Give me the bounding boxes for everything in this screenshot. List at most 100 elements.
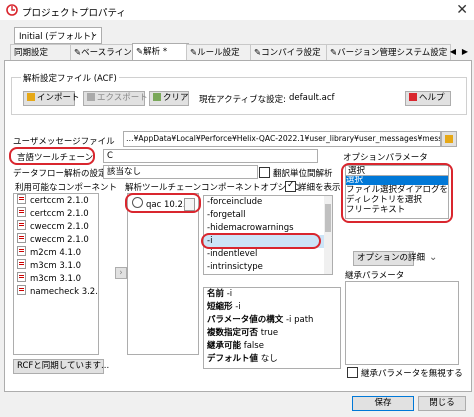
chevron-down-icon: ⌄: [91, 29, 98, 38]
tab-version-control[interactable]: ✎バージョン管理システム設定: [326, 44, 451, 61]
property-row: デフォルト値 なし: [204, 353, 340, 366]
property-key: デフォルト値: [207, 354, 259, 364]
user-message-file-label: ユーザメッセージファイル: [13, 137, 115, 147]
property-key: 名前: [207, 289, 225, 299]
folder-icon: [445, 135, 453, 143]
component-name: m3cm 3.1.0: [30, 274, 81, 284]
analysis-panel: 解析設定ファイル (ACF) インポート エクスポート クリア 現在アクティブな…: [4, 60, 472, 392]
property-value: -i: [226, 289, 233, 299]
dataflow-settings-select[interactable]: 該当なし: [103, 165, 258, 179]
component-item[interactable]: m3cm 3.1.0: [14, 272, 98, 285]
active-setting-value: default.acf: [289, 93, 335, 103]
highlight-ring: [201, 233, 321, 249]
tab-rules[interactable]: ✎ルール設定: [186, 44, 253, 61]
move-down-icon[interactable]: ⌄: [429, 252, 437, 263]
tab-analysis[interactable]: ✎解析 *: [132, 43, 189, 61]
component-name: cweccm 2.1.0: [30, 222, 89, 232]
available-components-list: certccm 2.1.0 certccm 2.1.0 cweccm 2.1.0…: [13, 193, 99, 355]
clear-label: クリア: [163, 93, 189, 103]
property-row: 継承可能 false: [204, 340, 340, 353]
per-unit-analysis-checkbox[interactable]: [259, 167, 270, 178]
component-item[interactable]: namecheck 3.2.0: [14, 285, 98, 298]
configuration-select[interactable]: Initial (デフォルト) ⌄: [14, 27, 102, 44]
file-icon: [17, 272, 26, 282]
file-icon: [17, 246, 26, 256]
ignore-inherited-label: 継承パラメータを無視する: [361, 369, 463, 379]
file-icon: [17, 194, 26, 204]
property-value: true: [260, 328, 279, 338]
component-name: cweccm 2.1.0: [30, 235, 89, 245]
option-detail-button[interactable]: オプションの詳細: [353, 251, 425, 266]
rcf-sync-button[interactable]: RCFと同期しています...: [13, 359, 109, 374]
component-item[interactable]: m2cm 4.1.0: [14, 246, 98, 259]
component-name: certccm 2.1.0: [30, 196, 89, 206]
property-key: 複数指定可否: [207, 328, 259, 338]
tab-scroll-right-icon[interactable]: ▶: [460, 45, 470, 59]
acf-group-label: 解析設定ファイル (ACF): [21, 72, 119, 84]
save-button[interactable]: 保存: [352, 396, 414, 411]
component-item[interactable]: cweccm 2.1.0: [14, 233, 98, 246]
highlight-ring: [341, 163, 453, 223]
user-message-file-path[interactable]: …¥AppData¥Local¥Perforce¥Helix-QAC-2022.…: [123, 131, 441, 147]
close-window-button[interactable]: ✕: [456, 2, 468, 18]
tab-scroll-left-icon[interactable]: ◀: [448, 45, 458, 59]
language-toolchain-select[interactable]: C: [103, 149, 318, 163]
transfer-button[interactable]: ›: [115, 267, 127, 279]
file-icon: [17, 207, 26, 217]
tab-compiler[interactable]: ✎コンパイラ設定: [250, 44, 329, 61]
tab-sync[interactable]: 同期設定: [10, 44, 73, 61]
tab-label: ベースライン: [81, 48, 132, 58]
property-value: なし: [260, 354, 278, 364]
clear-button[interactable]: クリア: [149, 91, 189, 106]
option-params-label: オプションパラメータ: [343, 153, 428, 163]
show-detail-checkbox[interactable]: ✓: [285, 180, 296, 192]
property-value: false: [243, 341, 264, 351]
component-name: namecheck 3.2.0: [30, 287, 99, 297]
export-label: エクスポート: [97, 93, 148, 103]
component-item[interactable]: cweccm 2.1.0: [14, 220, 98, 233]
window-title: プロジェクトプロパティ: [22, 8, 126, 19]
available-components-label: 利用可能なコンポーネント: [15, 183, 118, 193]
highlight-ring: [125, 193, 201, 213]
property-key: 短縮形: [207, 302, 233, 312]
import-label: インポート: [37, 93, 80, 103]
property-value: -i: [235, 302, 241, 312]
option-item[interactable]: -forgetall: [204, 209, 332, 222]
scrollbar-thumb[interactable]: [325, 204, 331, 232]
help-button[interactable]: ヘルプ: [405, 91, 451, 106]
ignore-inherited-checkbox[interactable]: [347, 367, 358, 378]
tab-label: ルール設定: [197, 48, 240, 58]
file-icon: [17, 220, 26, 230]
option-item[interactable]: -intrinsictype: [204, 261, 332, 274]
property-row: 複数指定可否 true: [204, 327, 340, 340]
file-icon: [17, 285, 26, 295]
tab-label: 同期設定: [14, 48, 49, 58]
highlight-ring: [9, 147, 95, 165]
file-icon: [17, 259, 26, 269]
option-item[interactable]: -forceinclude: [204, 196, 332, 209]
analysis-toolchain-list: qac 10.2.0: [127, 193, 199, 355]
component-name: m2cm 4.1.0: [30, 248, 81, 258]
per-unit-analysis-label: 翻訳単位間解析: [273, 169, 333, 179]
property-key: パラメータ値の構文: [207, 315, 284, 325]
move-up-icon[interactable]: ⌃: [415, 252, 423, 263]
scrollbar[interactable]: [324, 196, 332, 274]
close-button[interactable]: 閉じる: [418, 396, 466, 411]
component-item[interactable]: certccm 2.1.0: [14, 194, 98, 207]
component-name: m3cm 3.1.0: [30, 261, 81, 271]
property-value: -i path: [285, 315, 314, 325]
check-icon: ✓: [287, 180, 295, 190]
clear-icon: [153, 93, 161, 101]
tab-label: 解析 *: [143, 47, 168, 57]
tab-label: バージョン管理システム設定: [337, 48, 448, 58]
inherited-params-list: [345, 281, 459, 365]
import-button[interactable]: インポート: [23, 91, 80, 106]
property-row: 短縮形 -i: [204, 301, 340, 314]
export-button[interactable]: エクスポート: [83, 91, 148, 106]
browse-button[interactable]: [441, 131, 457, 147]
configuration-select-value: Initial (デフォルト): [19, 32, 95, 42]
component-item[interactable]: m3cm 3.1.0: [14, 259, 98, 272]
option-item[interactable]: -indentlevel: [204, 248, 332, 261]
component-item[interactable]: certccm 2.1.0: [14, 207, 98, 220]
tab-baseline[interactable]: ✎ベースライン: [70, 44, 135, 61]
